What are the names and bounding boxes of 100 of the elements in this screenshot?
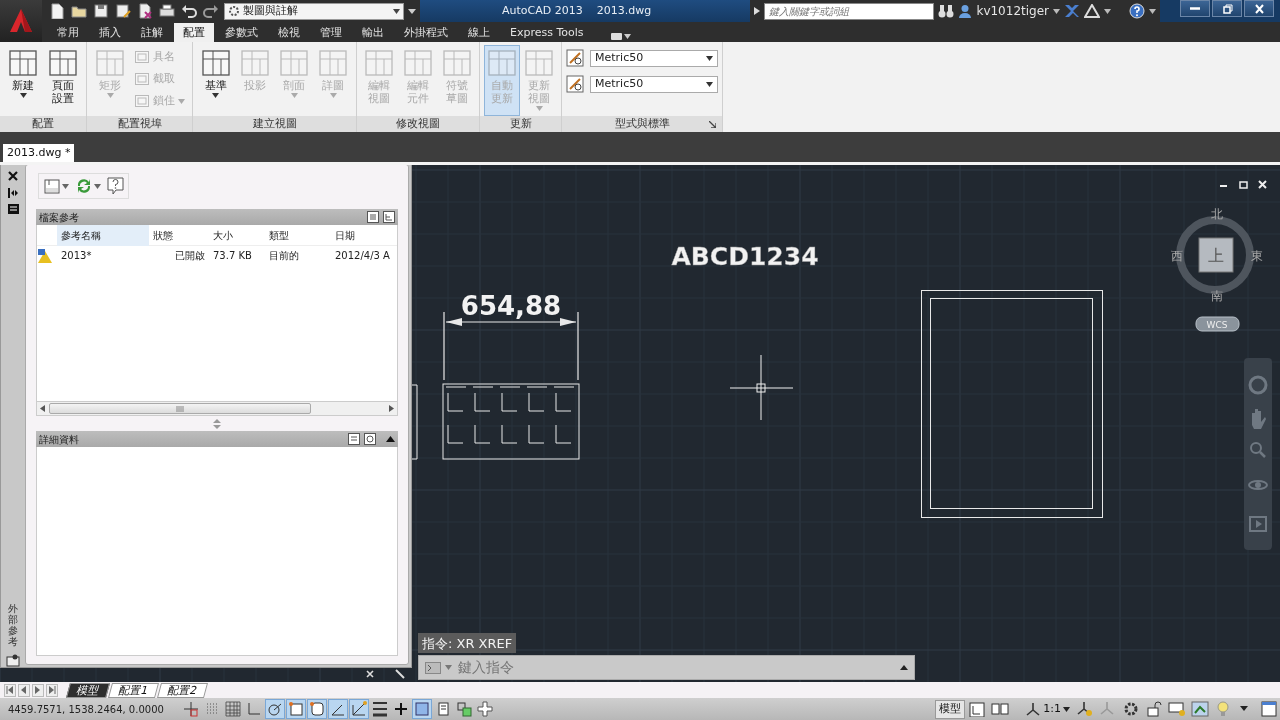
last-tab-button[interactable]: [46, 683, 58, 697]
ribbon-tab[interactable]: Express Tools: [501, 23, 593, 42]
ribbon-tab[interactable]: 外掛程式: [395, 23, 457, 42]
ribbon-button[interactable]: 頁面設置: [44, 45, 82, 116]
previous-tab-button[interactable]: [18, 683, 30, 697]
tree-view-icon[interactable]: [383, 211, 395, 223]
user-name[interactable]: kv1012tiger: [976, 2, 1049, 20]
redo-icon[interactable]: [203, 3, 219, 19]
auto-hide-icon[interactable]: [8, 188, 18, 198]
collapse-icon[interactable]: [386, 436, 395, 442]
isolate-objects-icon[interactable]: [1191, 700, 1209, 718]
ribbon-tab[interactable]: 參數式: [216, 23, 267, 42]
workspace-dropdown[interactable]: 製圖與註解: [224, 2, 404, 20]
search-field[interactable]: 鍵入關鍵字或詞組: [764, 2, 935, 20]
ribbon-button[interactable]: 基準: [197, 45, 235, 116]
compass-label[interactable]: 西: [1171, 249, 1183, 263]
drafting-toggle-button[interactable]: [223, 699, 243, 719]
command-input[interactable]: 鍵入指令: [456, 656, 896, 679]
publish-icon[interactable]: [137, 3, 153, 19]
exchange-icon[interactable]: [1064, 4, 1080, 18]
ucs-menu-background[interactable]: [1195, 316, 1240, 332]
column-header[interactable]: 類型: [265, 225, 331, 246]
drafting-toggle-button[interactable]: [454, 699, 474, 719]
help-icon[interactable]: [1129, 3, 1145, 19]
layout-tab[interactable]: 模型: [66, 682, 110, 698]
drafting-toggle-button[interactable]: [265, 699, 285, 719]
clean-screen-icon[interactable]: [1260, 700, 1278, 718]
compass-label[interactable]: 南: [1211, 289, 1223, 303]
help-button[interactable]: [105, 176, 126, 196]
document-tab[interactable]: 2013.dwg *: [3, 144, 75, 162]
hardware-acceleration-icon[interactable]: [1168, 700, 1186, 718]
dimension-style-icon[interactable]: [566, 49, 584, 67]
gear-icon[interactable]: [1122, 700, 1140, 718]
column-header[interactable]: 大小: [209, 225, 265, 246]
palette-icon[interactable]: [6, 653, 20, 667]
list-view-icon[interactable]: [367, 211, 379, 223]
next-tab-button[interactable]: [32, 683, 44, 697]
command-prompt-icon[interactable]: [425, 661, 441, 674]
customize-caret-icon[interactable]: [408, 7, 416, 15]
column-header[interactable]: 狀態: [149, 225, 209, 246]
layout-tab[interactable]: 配置2: [157, 682, 208, 698]
horizontal-scrollbar[interactable]: [36, 402, 398, 416]
undo-icon[interactable]: [181, 3, 197, 19]
triangle-icon[interactable]: [1084, 4, 1100, 18]
style-dropdown[interactable]: Metric50: [590, 75, 718, 93]
preview-icon[interactable]: [364, 433, 376, 445]
dialog-launcher-icon[interactable]: [709, 121, 716, 128]
compass-label[interactable]: 東: [1251, 249, 1263, 263]
command-line-field[interactable]: 鍵入指令: [418, 655, 915, 680]
restore-button[interactable]: [1212, 0, 1242, 17]
drafting-toggle-button[interactable]: [412, 699, 432, 719]
ribbon-tab[interactable]: 配置: [174, 23, 214, 42]
style-dropdown[interactable]: Metric50: [590, 49, 718, 67]
quick-view-drawings-icon[interactable]: [991, 701, 1010, 717]
close-button[interactable]: [1244, 0, 1274, 17]
ribbon-tab[interactable]: 檢視: [269, 23, 309, 42]
history-expand-icon[interactable]: [900, 665, 908, 670]
drafting-toggle-button[interactable]: [475, 699, 495, 719]
viewcube-face[interactable]: [1198, 237, 1234, 273]
annotation-visibility-icon[interactable]: [1076, 700, 1094, 718]
compass-label[interactable]: 北: [1211, 207, 1223, 221]
first-tab-button[interactable]: [4, 683, 16, 697]
new-file-icon[interactable]: [49, 3, 65, 19]
drafting-toggle-button[interactable]: [181, 699, 201, 719]
restore-viewport-icon[interactable]: [1239, 181, 1248, 189]
print-icon[interactable]: [159, 3, 175, 19]
details-icon[interactable]: [348, 433, 360, 445]
ribbon-tab[interactable]: 線上: [459, 23, 499, 42]
binoculars-icon[interactable]: [938, 4, 955, 18]
save-as-icon[interactable]: [115, 3, 131, 19]
ribbon-button[interactable]: 新建: [4, 45, 42, 116]
application-button[interactable]: [0, 0, 42, 42]
ribbon-tab[interactable]: 管理: [311, 23, 351, 42]
model-space-button[interactable]: 模型: [935, 699, 966, 719]
expand-arrow-icon[interactable]: [754, 7, 761, 15]
scroll-left-icon[interactable]: [40, 405, 45, 412]
properties-icon[interactable]: [7, 204, 19, 214]
ribbon-tab[interactable]: 插入: [90, 23, 130, 42]
drafting-toggle-button[interactable]: [370, 699, 390, 719]
close-viewport-icon[interactable]: [1258, 180, 1267, 189]
ribbon-tab[interactable]: 常用: [48, 23, 88, 42]
wrench-icon[interactable]: [395, 669, 405, 679]
drafting-toggle-button[interactable]: [349, 699, 369, 719]
attach-dwg-button[interactable]: [41, 176, 71, 196]
splitter-icon[interactable]: [213, 418, 221, 429]
video-options-button[interactable]: [608, 31, 633, 42]
quick-view-layouts-icon[interactable]: [968, 701, 987, 717]
layout-tab[interactable]: 配置1: [108, 682, 159, 698]
ribbon-tab[interactable]: 輸出: [353, 23, 393, 42]
close-button[interactable]: [6, 170, 20, 182]
column-header[interactable]: 日期: [331, 225, 397, 246]
open-folder-icon[interactable]: [71, 3, 87, 19]
annotation-scale-button[interactable]: 1:1: [1022, 700, 1073, 718]
drafting-toggle-button[interactable]: [286, 699, 306, 719]
column-header[interactable]: 參考名稱: [57, 225, 149, 246]
save-icon[interactable]: [93, 3, 109, 19]
drafting-toggle-button[interactable]: [307, 699, 327, 719]
ribbon-tab[interactable]: 註解: [132, 23, 172, 42]
minimize-button[interactable]: [1180, 0, 1210, 17]
scroll-right-icon[interactable]: [389, 405, 394, 412]
